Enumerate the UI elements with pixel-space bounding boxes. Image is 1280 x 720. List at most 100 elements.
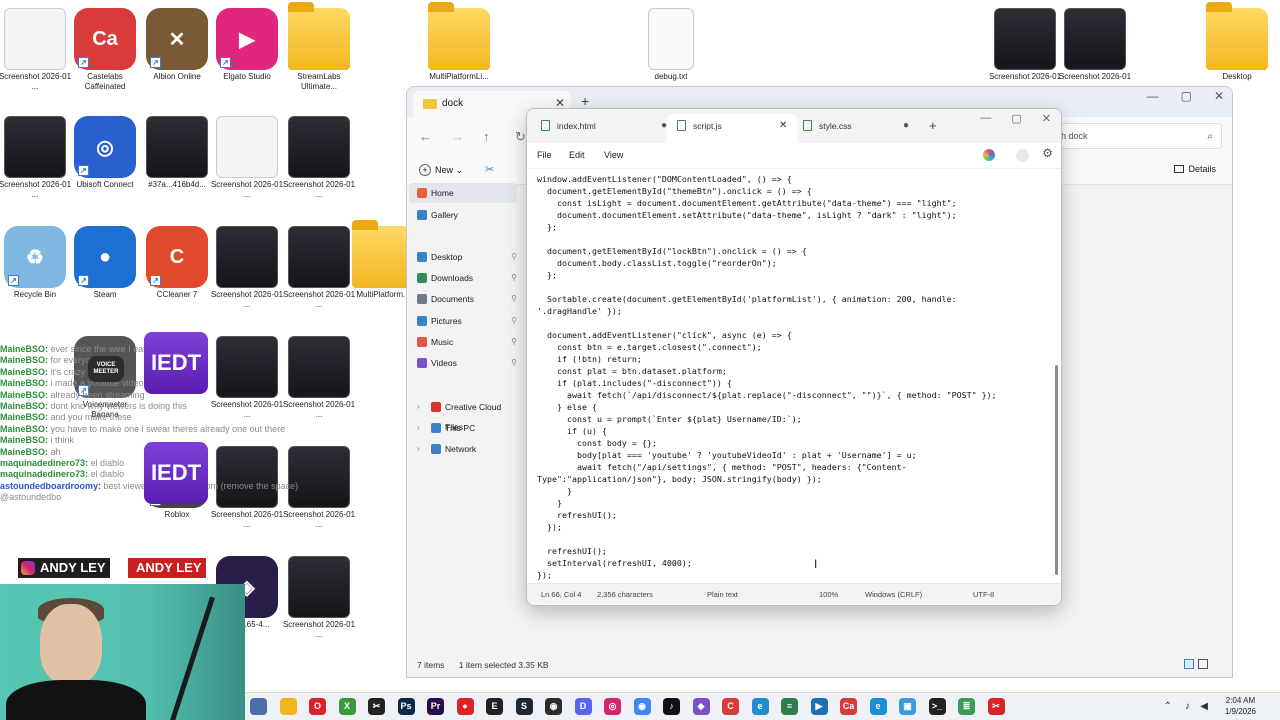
epic-games-icon[interactable]: E bbox=[486, 698, 503, 715]
media-icon[interactable]: ▶ bbox=[810, 698, 828, 715]
sidebar-item-creative-cloud-files[interactable]: › Creative Cloud Files bbox=[409, 397, 517, 432]
sidebar-item-this-pc[interactable]: › This PC bbox=[409, 418, 517, 438]
minimize-button[interactable]: — bbox=[980, 112, 991, 125]
details-button[interactable]: Details bbox=[1174, 164, 1216, 174]
desktop-icon[interactable]: ● ↗ Steam bbox=[68, 226, 142, 300]
desktop-icon[interactable]: Desktop bbox=[1200, 2, 1274, 82]
gear-icon[interactable]: ⚙ bbox=[1042, 146, 1053, 160]
tab-index-html[interactable]: index.html ● bbox=[531, 114, 669, 143]
notepad-window[interactable]: index.html ● script.js ✕ style.css ● + —… bbox=[526, 108, 1062, 606]
system-clock[interactable]: 2:04 AM 1/9/2026 bbox=[1225, 695, 1256, 717]
desktop-icon[interactable]: ✕ ↗ Albion Online bbox=[140, 8, 214, 82]
desktop-icon[interactable]: ◎ ↗ Ubisoft Connect bbox=[68, 116, 142, 190]
back-arrow-icon[interactable]: ← bbox=[419, 129, 432, 144]
menu-view[interactable]: View bbox=[604, 150, 623, 160]
desktop-icon[interactable]: debug.txt bbox=[634, 8, 708, 82]
sidebar-item-gallery[interactable]: Gallery bbox=[409, 205, 517, 225]
record-icon[interactable]: ● bbox=[456, 698, 474, 715]
desktop-icon[interactable]: Screenshot 2026-01 ... bbox=[0, 116, 72, 200]
sidebar-item-home[interactable]: Home bbox=[409, 183, 517, 203]
photos-icon[interactable]: ▣ bbox=[899, 698, 916, 715]
desktop-icon[interactable]: Screenshot 2026-01 ... bbox=[210, 116, 284, 200]
edge-alt-icon[interactable]: e bbox=[869, 698, 887, 715]
sidebar-item-network[interactable]: › Network bbox=[409, 439, 517, 459]
task-view-icon[interactable] bbox=[250, 698, 267, 715]
edge-icon[interactable]: e bbox=[751, 698, 769, 715]
up-arrow-icon[interactable]: ↑ bbox=[483, 129, 490, 144]
caffeinated-icon[interactable]: Ca bbox=[840, 698, 857, 715]
account-icon[interactable] bbox=[1016, 149, 1029, 162]
encoding[interactable]: UTF-8 bbox=[973, 584, 994, 605]
app-icon[interactable]: ◆ bbox=[692, 698, 710, 715]
microphone-icon[interactable]: ♪ bbox=[1185, 701, 1190, 712]
tiles-view-icon[interactable] bbox=[1198, 659, 1208, 669]
sidebar-item-pictures[interactable]: Pictures ⚲ bbox=[409, 311, 517, 331]
close-tab-icon[interactable]: ✕ bbox=[779, 114, 787, 138]
sidebar-item-desktop[interactable]: Desktop ⚲ bbox=[409, 247, 517, 267]
chevron-up-icon[interactable]: ⌃ bbox=[1164, 701, 1172, 712]
opera-icon[interactable]: O bbox=[309, 698, 326, 715]
new-tab-button[interactable]: + bbox=[929, 118, 937, 133]
desktop-icon[interactable]: Screenshot 2026-01 ... bbox=[282, 556, 356, 640]
desktop-icon[interactable]: MultiPlatformLi... bbox=[422, 2, 496, 82]
minimize-button[interactable]: — bbox=[1147, 89, 1159, 103]
desktop-icon[interactable]: StreamLabs Ultimate... bbox=[282, 2, 356, 92]
instagram-icon[interactable]: ◎ bbox=[604, 698, 621, 715]
maximize-button[interactable]: ▢ bbox=[1181, 89, 1192, 103]
obs-icon[interactable]: ◉ bbox=[545, 698, 562, 715]
menu-file[interactable]: File bbox=[537, 150, 552, 160]
sidebar-item-downloads[interactable]: Downloads ⚲ bbox=[409, 268, 517, 288]
snipping-icon[interactable]: ✂ bbox=[987, 698, 1005, 715]
close-button[interactable]: ✕ bbox=[1042, 112, 1051, 125]
zoom-level[interactable]: 100% bbox=[819, 584, 838, 605]
desktop-icon[interactable]: Screenshot 2026-01 ... bbox=[210, 226, 284, 310]
premiere-icon[interactable]: Pr bbox=[427, 698, 444, 715]
desktop-icon[interactable]: ♻ ↗ Recycle Bin bbox=[0, 226, 72, 300]
steam-icon[interactable]: S bbox=[515, 698, 533, 715]
notepad-icon[interactable]: ≡ bbox=[781, 698, 798, 715]
capcut-icon[interactable]: ✂ bbox=[368, 698, 385, 715]
speaker-icon[interactable]: ◀ bbox=[1200, 701, 1208, 712]
desktop-icon[interactable]: #37a...416b4d... bbox=[140, 116, 214, 190]
desktop-icon[interactable]: Screenshot 2026-01 ... bbox=[0, 8, 72, 92]
photoshop-icon[interactable]: Ps bbox=[397, 698, 415, 715]
castelabs-icon[interactable]: C bbox=[722, 698, 739, 715]
tab-script-js[interactable]: script.js ✕ bbox=[667, 114, 797, 143]
text-format[interactable]: Plain text bbox=[707, 584, 738, 605]
maximize-button[interactable]: ▢ bbox=[1011, 112, 1021, 125]
line-endings[interactable]: Windows (CRLF) bbox=[865, 584, 922, 605]
terminal-icon[interactable]: >_ bbox=[928, 698, 946, 715]
sidebar-item-videos[interactable]: Videos ⚲ bbox=[409, 353, 517, 373]
search-input[interactable]: h dock ⌕ bbox=[1052, 123, 1222, 149]
menu-edit[interactable]: Edit bbox=[569, 150, 585, 160]
refresh-icon[interactable]: ↻ bbox=[515, 129, 526, 145]
chevron-right-icon[interactable]: › bbox=[417, 418, 420, 438]
copilot-icon[interactable] bbox=[983, 149, 995, 161]
details-view-icon[interactable] bbox=[1184, 659, 1194, 669]
desktop-icon[interactable]: C ↗ CCleaner 7 bbox=[140, 226, 214, 300]
tab-style-css[interactable]: style.css ● bbox=[793, 114, 913, 143]
file-explorer-icon[interactable] bbox=[279, 698, 297, 715]
forward-arrow-icon[interactable]: → bbox=[451, 129, 464, 144]
desktop-icon[interactable]: Screenshot 2026-01 ... bbox=[988, 8, 1062, 92]
scrollbar[interactable] bbox=[1055, 365, 1058, 575]
desktop-icon[interactable]: Screenshot 2026-01 ... bbox=[282, 116, 356, 200]
sidebar-item-music[interactable]: Music ⚲ bbox=[409, 332, 517, 352]
discord-icon[interactable]: D bbox=[574, 698, 592, 715]
notes-icon[interactable]: ≣ bbox=[958, 698, 975, 715]
chrome-icon[interactable]: ◉ bbox=[633, 698, 651, 715]
desktop-icon[interactable]: Screenshot 2026-01 ... bbox=[282, 226, 356, 310]
desktop-icon[interactable]: Ca ↗ Castelabs Caffeinated bbox=[68, 8, 142, 92]
chevron-right-icon[interactable]: › bbox=[417, 397, 420, 417]
sidebar-item-documents[interactable]: Documents ⚲ bbox=[409, 289, 517, 309]
new-tab-button[interactable]: + bbox=[581, 93, 589, 109]
desktop-icon[interactable]: ▶ ↗ Elgato Studio bbox=[210, 8, 284, 82]
new-button[interactable]: + New ⌄ bbox=[419, 164, 463, 176]
xbox-icon[interactable]: X bbox=[338, 698, 356, 715]
tiktok-icon[interactable]: ♪ bbox=[663, 698, 680, 715]
code-editor[interactable]: window.addEventListener("DOMContentLoade… bbox=[537, 173, 1053, 583]
cut-icon[interactable]: ✂ bbox=[485, 163, 494, 176]
chevron-right-icon[interactable]: › bbox=[417, 439, 420, 459]
close-button[interactable]: ✕ bbox=[1214, 89, 1224, 103]
desktop-icon[interactable]: Screenshot 2026-01 ... bbox=[1058, 8, 1132, 92]
